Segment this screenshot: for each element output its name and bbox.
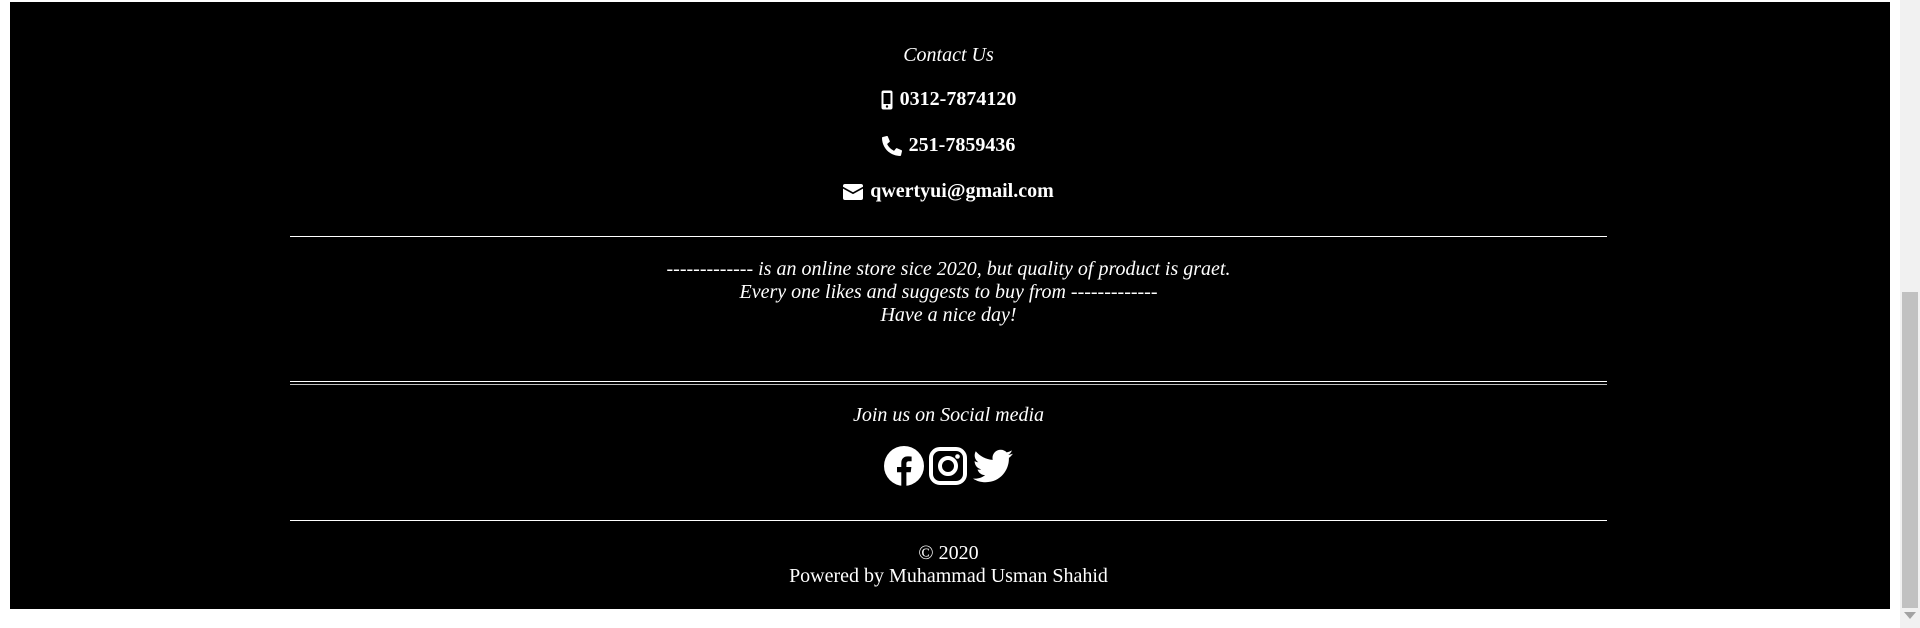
- email-link[interactable]: qwertyui@gmail.com: [870, 180, 1054, 203]
- mobile-number: 0312-7874120: [899, 88, 1017, 110]
- about-text: ------------- is an online store sice 20…: [290, 258, 1607, 327]
- divider: [290, 381, 1607, 382]
- twitter-icon[interactable]: [972, 446, 1014, 486]
- phone-contact: 251-7859436: [290, 134, 1607, 157]
- social-links: [290, 446, 1607, 486]
- phone-icon: [881, 135, 902, 156]
- about-line: Have a nice day!: [880, 304, 1017, 326]
- phone-number: 251-7859436: [908, 134, 1016, 156]
- instagram-icon[interactable]: [928, 446, 968, 486]
- powered-by: Powered by Muhammad Usman Shahid: [789, 565, 1108, 587]
- footer: Contact Us 0312-7874120 251-7859436 qwer…: [10, 2, 1890, 609]
- scroll-down-arrow-icon[interactable]: [1904, 612, 1916, 619]
- page: Contact Us 0312-7874120 251-7859436 qwer…: [0, 0, 1920, 628]
- about-line: Every one likes and suggests to buy from…: [739, 281, 1158, 303]
- copyright: © 2020 Powered by Muhammad Usman Shahid: [290, 542, 1607, 588]
- divider: [290, 384, 1607, 385]
- divider: [290, 520, 1607, 521]
- scrollbar-thumb[interactable]: [1902, 292, 1918, 608]
- envelope-icon: [843, 183, 864, 200]
- copyright-year: © 2020: [918, 542, 979, 564]
- divider: [290, 236, 1607, 237]
- mobile-contact: 0312-7874120: [290, 88, 1607, 111]
- social-title: Join us on Social media: [852, 404, 1045, 426]
- mobile-icon: [881, 90, 893, 110]
- about-line: ------------- is an online store sice 20…: [666, 258, 1231, 280]
- facebook-icon[interactable]: [883, 446, 924, 486]
- contact-title: Contact Us: [903, 44, 994, 66]
- email-contact: qwertyui@gmail.com: [290, 180, 1607, 203]
